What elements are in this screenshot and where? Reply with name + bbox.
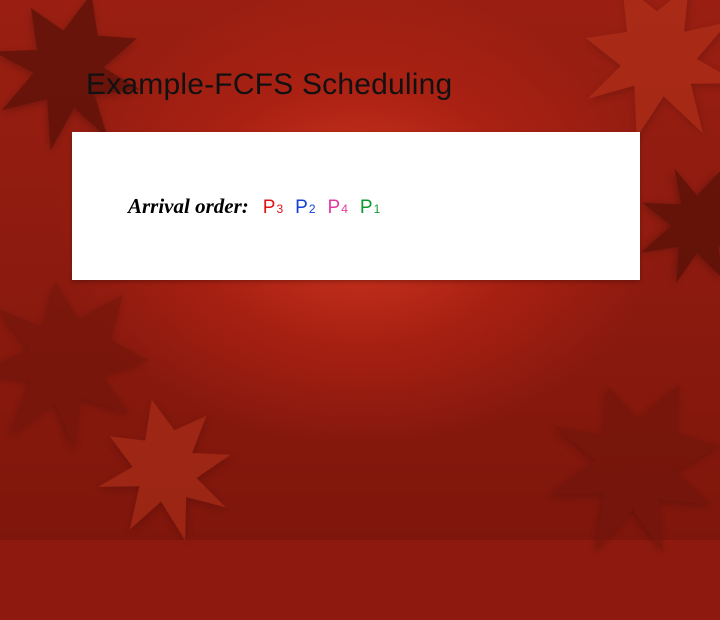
process-letter: P: [295, 197, 308, 219]
process-p1: P1: [360, 197, 380, 219]
process-letter: P: [360, 197, 373, 219]
process-subscript: 1: [373, 202, 381, 216]
content-panel: Arrival order: P3 P2 P4 P1: [72, 132, 640, 280]
process-p2: P2: [295, 197, 315, 219]
slide-title: Example-FCFS Scheduling: [86, 68, 452, 102]
process-subscript: 2: [308, 202, 316, 216]
leaf-icon: [480, 320, 720, 620]
process-letter: P: [328, 197, 341, 219]
process-letter: P: [263, 197, 276, 219]
slide: Example-FCFS Scheduling Arrival order: P…: [0, 0, 720, 540]
process-p3: P3: [263, 197, 283, 219]
arrival-order-label: Arrival order:: [128, 194, 249, 219]
process-subscript: 3: [275, 202, 283, 216]
leaf-icon: [67, 377, 264, 574]
process-subscript: 4: [340, 202, 348, 216]
arrival-order-line: Arrival order: P3 P2 P4 P1: [128, 194, 380, 219]
process-p4: P4: [328, 197, 348, 219]
